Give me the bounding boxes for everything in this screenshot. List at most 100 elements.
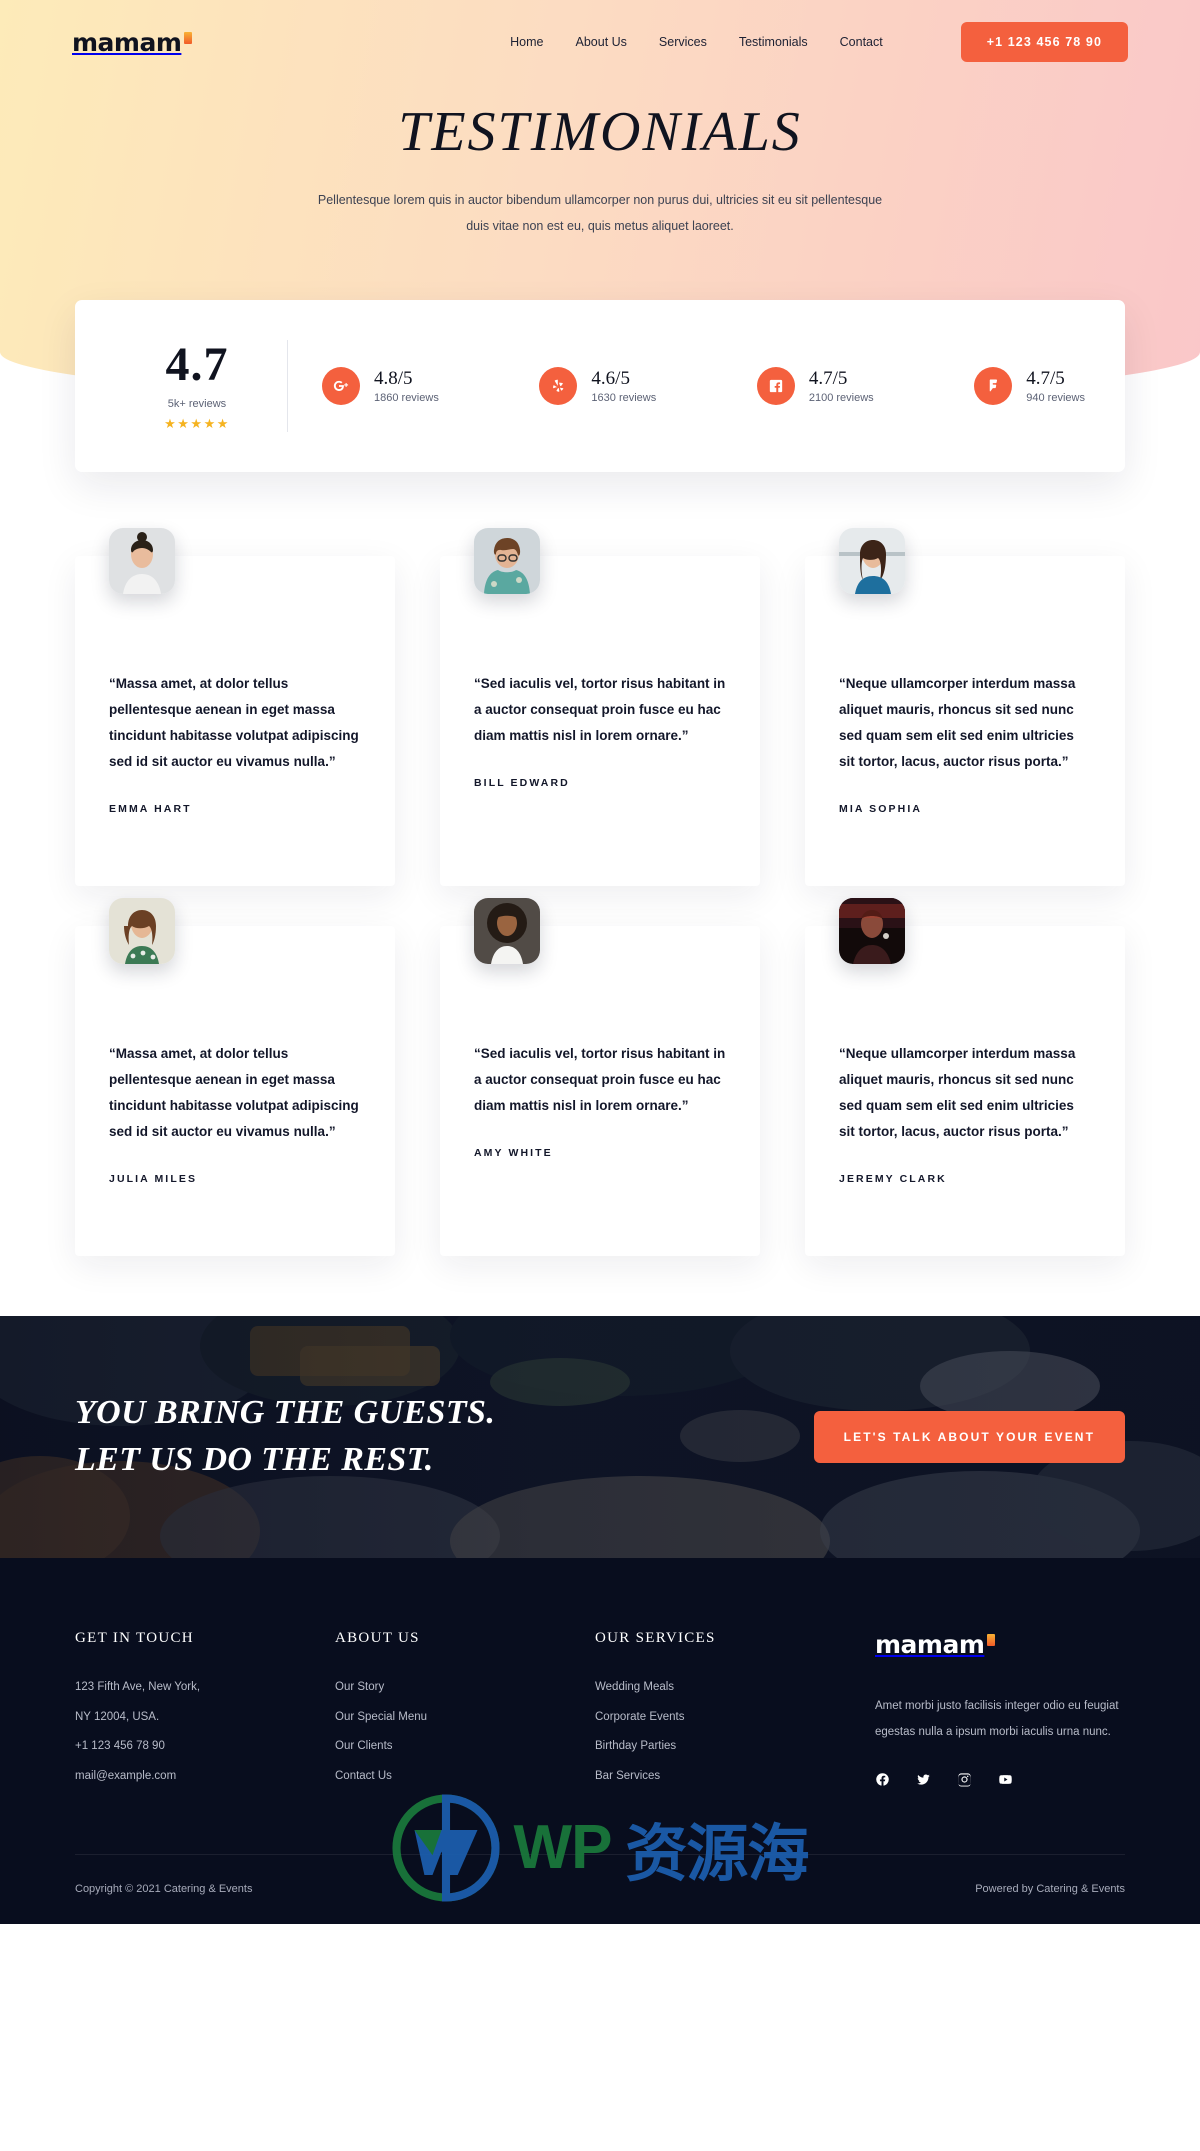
- footer-brand-blurb: Amet morbi justo facilisis integer odio …: [875, 1700, 1119, 1739]
- testimonial-quote: “Neque ullamcorper interdum massa alique…: [839, 676, 1076, 769]
- footer-phone-link[interactable]: +1 123 456 78 90: [75, 1732, 335, 1762]
- footer-column-brand: mamam Amet morbi justo facilisis integer…: [855, 1630, 1125, 1792]
- footer-address-line-2: NY 12004, USA.: [75, 1710, 160, 1723]
- footer-address-line-1: 123 Fifth Ave, New York,: [75, 1681, 201, 1693]
- footer-link-our-clients[interactable]: Our Clients: [335, 1732, 595, 1762]
- testimonial-quote: “Neque ullamcorper interdum massa alique…: [839, 1046, 1076, 1139]
- avatar-image: [839, 898, 905, 964]
- rating-reviews: 940 reviews: [1026, 392, 1085, 405]
- testimonial-author: AMY WHITE: [474, 1146, 553, 1159]
- site-footer: GET IN TOUCH 123 Fifth Ave, New York, NY…: [0, 1558, 1200, 1924]
- avatar-image: [474, 528, 540, 594]
- footer-link-our-special-menu[interactable]: Our Special Menu: [335, 1703, 595, 1733]
- rating-source-text: 4.7/5 2100 reviews: [809, 368, 874, 405]
- testimonial-card: “Neque ullamcorper interdum massa alique…: [805, 898, 1125, 1256]
- hero-body: TESTIMONIALS Pellentesque lorem quis in …: [0, 100, 1200, 239]
- avatar: [109, 898, 175, 964]
- testimonial-author: EMMA HART: [109, 802, 192, 815]
- nav-item-services[interactable]: Services: [659, 35, 707, 49]
- rating-source-foursquare[interactable]: 4.7/5 940 reviews: [974, 367, 1085, 405]
- rating-source-text: 4.8/5 1860 reviews: [374, 368, 439, 405]
- hero-subtitle: Pellentesque lorem quis in auctor bibend…: [317, 193, 883, 233]
- avatar: [109, 528, 175, 594]
- overall-score: 4.7: [165, 337, 229, 391]
- footer-social-links: [875, 1772, 1125, 1787]
- testimonial-quote: “Massa amet, at dolor tellus pellentesqu…: [109, 676, 359, 769]
- avatar-image: [474, 898, 540, 964]
- avatar-image: [839, 528, 905, 594]
- footer-link-bar-services[interactable]: Bar Services: [595, 1762, 855, 1792]
- footer-column-contact: GET IN TOUCH 123 Fifth Ave, New York, NY…: [75, 1630, 335, 1792]
- rating-reviews: 2100 reviews: [808, 392, 874, 405]
- footer-link-corporate-events[interactable]: Corporate Events: [595, 1703, 855, 1733]
- star-rating-icon: ★★★★★: [164, 415, 230, 431]
- footer-link-our-story[interactable]: Our Story: [335, 1673, 595, 1703]
- nav-item-testimonials[interactable]: Testimonials: [739, 35, 808, 49]
- avatar: [839, 898, 905, 964]
- overall-reviews-label: 5k+ reviews: [167, 397, 227, 410]
- footer-column-about: ABOUT US Our Story Our Special Menu Our …: [335, 1630, 595, 1792]
- nav-item-home[interactable]: Home: [510, 35, 543, 49]
- ratings-section: 4.7 5k+ reviews ★★★★★ 4.8/5 1860 reviews: [0, 300, 1200, 472]
- testimonial-quote: “Sed iaculis vel, tortor risus habitant …: [474, 1046, 726, 1113]
- avatar-image: [109, 528, 175, 594]
- rating-score: 4.8/5: [374, 367, 413, 389]
- cta-title-line-1: YOU BRING THE GUESTS.: [75, 1394, 496, 1432]
- testimonial-author: BILL EDWARD: [474, 776, 570, 789]
- cta-banner: YOU BRING THE GUESTS. LET US DO THE REST…: [0, 1316, 1200, 1558]
- testimonial-author: MIA SOPHIA: [839, 802, 923, 815]
- testimonial-quote: “Sed iaculis vel, tortor risus habitant …: [474, 676, 726, 743]
- cta-title-line-2: LET US DO THE REST.: [75, 1441, 434, 1478]
- cta-title: YOU BRING THE GUESTS. LET US DO THE REST…: [75, 1390, 495, 1484]
- main-navigation: mamam Home About Us Services Testimonial…: [0, 0, 1200, 62]
- testimonial-card: “Massa amet, at dolor tellus pellentesqu…: [75, 898, 395, 1256]
- yelp-icon: [539, 367, 578, 405]
- phone-cta-button[interactable]: +1 123 456 78 90: [960, 22, 1128, 62]
- brand-logo-text: mamam: [72, 27, 182, 57]
- google-plus-icon: [322, 367, 360, 405]
- avatar: [474, 898, 540, 964]
- copyright-text: Copyright © 2021 Catering & Events: [75, 1883, 253, 1896]
- nav-item-contact[interactable]: Contact: [840, 35, 883, 49]
- avatar: [839, 528, 905, 594]
- footer-link-wedding-meals[interactable]: Wedding Meals: [595, 1673, 855, 1703]
- footer-heading-about: ABOUT US: [335, 1630, 420, 1646]
- footer-link-contact-us[interactable]: Contact Us: [335, 1762, 595, 1792]
- flame-mark-icon: [987, 1634, 996, 1646]
- rating-source-google[interactable]: 4.8/5 1860 reviews: [322, 367, 439, 405]
- footer-brand-logo[interactable]: mamam: [875, 1630, 1125, 1659]
- ratings-card: 4.7 5k+ reviews ★★★★★ 4.8/5 1860 reviews: [75, 300, 1125, 472]
- facebook-icon[interactable]: [875, 1772, 890, 1787]
- testimonials-grid: “Massa amet, at dolor tellus pellentesqu…: [0, 472, 1200, 1316]
- instagram-icon[interactable]: [957, 1772, 972, 1787]
- foursquare-icon: [974, 367, 1013, 405]
- facebook-icon: [756, 367, 795, 405]
- powered-by-text: Powered by Catering & Events: [975, 1883, 1125, 1896]
- twitter-icon[interactable]: [916, 1772, 931, 1787]
- youtube-icon[interactable]: [998, 1772, 1013, 1787]
- rating-reviews: 1860 reviews: [374, 392, 439, 405]
- footer-column-services: OUR SERVICES Wedding Meals Corporate Eve…: [595, 1630, 855, 1792]
- testimonial-author: JULIA MILES: [109, 1172, 198, 1185]
- nav-item-about-us[interactable]: About Us: [576, 35, 627, 49]
- rating-reviews: 1630 reviews: [591, 392, 657, 405]
- rating-score: 4.7/5: [808, 367, 848, 389]
- rating-source-facebook[interactable]: 4.7/5 2100 reviews: [756, 367, 874, 405]
- page-title: TESTIMONIALS: [398, 101, 802, 163]
- brand-logo[interactable]: mamam: [72, 27, 193, 57]
- footer-link-birthday-parties[interactable]: Birthday Parties: [595, 1732, 855, 1762]
- footer-copyright-bar: Copyright © 2021 Catering & Events Power…: [75, 1853, 1125, 1924]
- footer-heading-services: OUR SERVICES: [595, 1630, 716, 1646]
- testimonial-card: “Neque ullamcorper interdum massa alique…: [805, 528, 1125, 886]
- rating-source-text: 4.7/5 940 reviews: [1026, 368, 1085, 405]
- footer-email-link[interactable]: mail@example.com: [75, 1762, 335, 1792]
- testimonial-card: “Sed iaculis vel, tortor risus habitant …: [440, 528, 760, 886]
- cta-button[interactable]: LET'S TALK ABOUT YOUR EVENT: [813, 1411, 1125, 1463]
- rating-score: 4.7/5: [1026, 367, 1065, 389]
- rating-source-yelp[interactable]: 4.6/5 1630 reviews: [539, 367, 656, 405]
- rating-sources-list: 4.8/5 1860 reviews 4.6/5 1630 reviews 4.…: [322, 367, 1093, 405]
- avatar: [474, 528, 540, 594]
- rating-source-text: 4.6/5 1630 reviews: [591, 368, 656, 405]
- footer-brand-logo-text: mamam: [875, 1630, 985, 1659]
- testimonial-card: “Sed iaculis vel, tortor risus habitant …: [440, 898, 760, 1256]
